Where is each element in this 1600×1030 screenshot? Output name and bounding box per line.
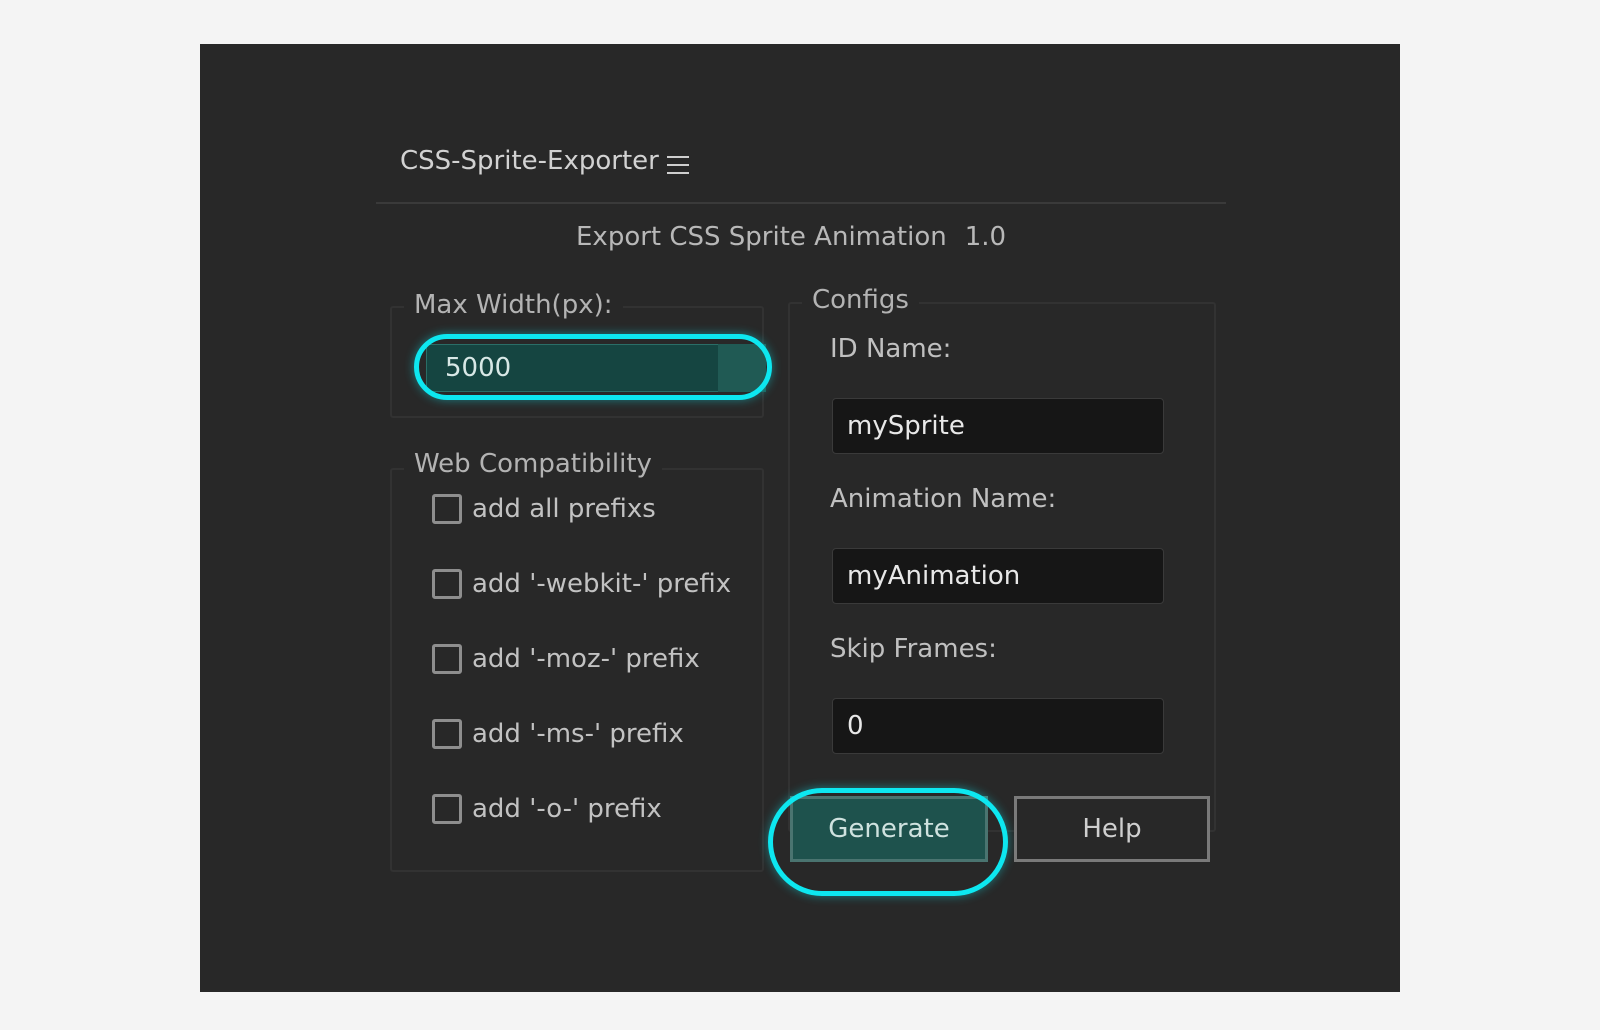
checkbox-row-all-prefixes[interactable]: add all prefixs: [432, 494, 656, 524]
checkbox-label: add '-ms-' prefix: [472, 719, 684, 749]
skip-frames-label: Skip Frames:: [830, 634, 997, 664]
generate-highlight-ring: [768, 788, 1008, 896]
header-divider: [376, 202, 1226, 204]
panel-subtitle: Export CSS Sprite Animation 1.0: [576, 222, 1006, 252]
configs-legend: Configs: [802, 285, 919, 315]
animation-name-input[interactable]: myAnimation: [832, 548, 1164, 604]
skip-frames-input[interactable]: 0: [832, 698, 1164, 754]
checkbox-label: add '-moz-' prefix: [472, 644, 700, 674]
max-width-legend: Max Width(px):: [404, 290, 623, 320]
panel-title: CSS-Sprite-Exporter: [400, 146, 659, 176]
checkbox-webkit[interactable]: [432, 569, 462, 599]
checkbox-row-o[interactable]: add '-o-' prefix: [432, 794, 662, 824]
hamburger-menu-icon[interactable]: [667, 156, 689, 174]
subtitle-text: Export CSS Sprite Animation: [576, 222, 947, 252]
checkbox-o[interactable]: [432, 794, 462, 824]
id-name-input[interactable]: mySprite: [832, 398, 1164, 454]
extension-panel: CSS-Sprite-Exporter Export CSS Sprite An…: [200, 44, 1400, 992]
checkbox-label: add '-o-' prefix: [472, 794, 662, 824]
checkbox-row-moz[interactable]: add '-moz-' prefix: [432, 644, 700, 674]
help-button[interactable]: Help: [1014, 796, 1210, 862]
checkbox-all-prefixes[interactable]: [432, 494, 462, 524]
id-name-label: ID Name:: [830, 334, 952, 364]
version-label: 1.0: [964, 222, 1007, 252]
checkbox-ms[interactable]: [432, 719, 462, 749]
checkbox-row-webkit[interactable]: add '-webkit-' prefix: [432, 569, 731, 599]
web-compatibility-legend: Web Compatibility: [404, 449, 662, 479]
max-width-highlight-ring: [414, 334, 772, 400]
checkbox-moz[interactable]: [432, 644, 462, 674]
checkbox-row-ms[interactable]: add '-ms-' prefix: [432, 719, 684, 749]
checkbox-label: add '-webkit-' prefix: [472, 569, 732, 599]
checkbox-label: add all prefixs: [472, 494, 656, 524]
animation-name-label: Animation Name:: [830, 484, 1057, 514]
